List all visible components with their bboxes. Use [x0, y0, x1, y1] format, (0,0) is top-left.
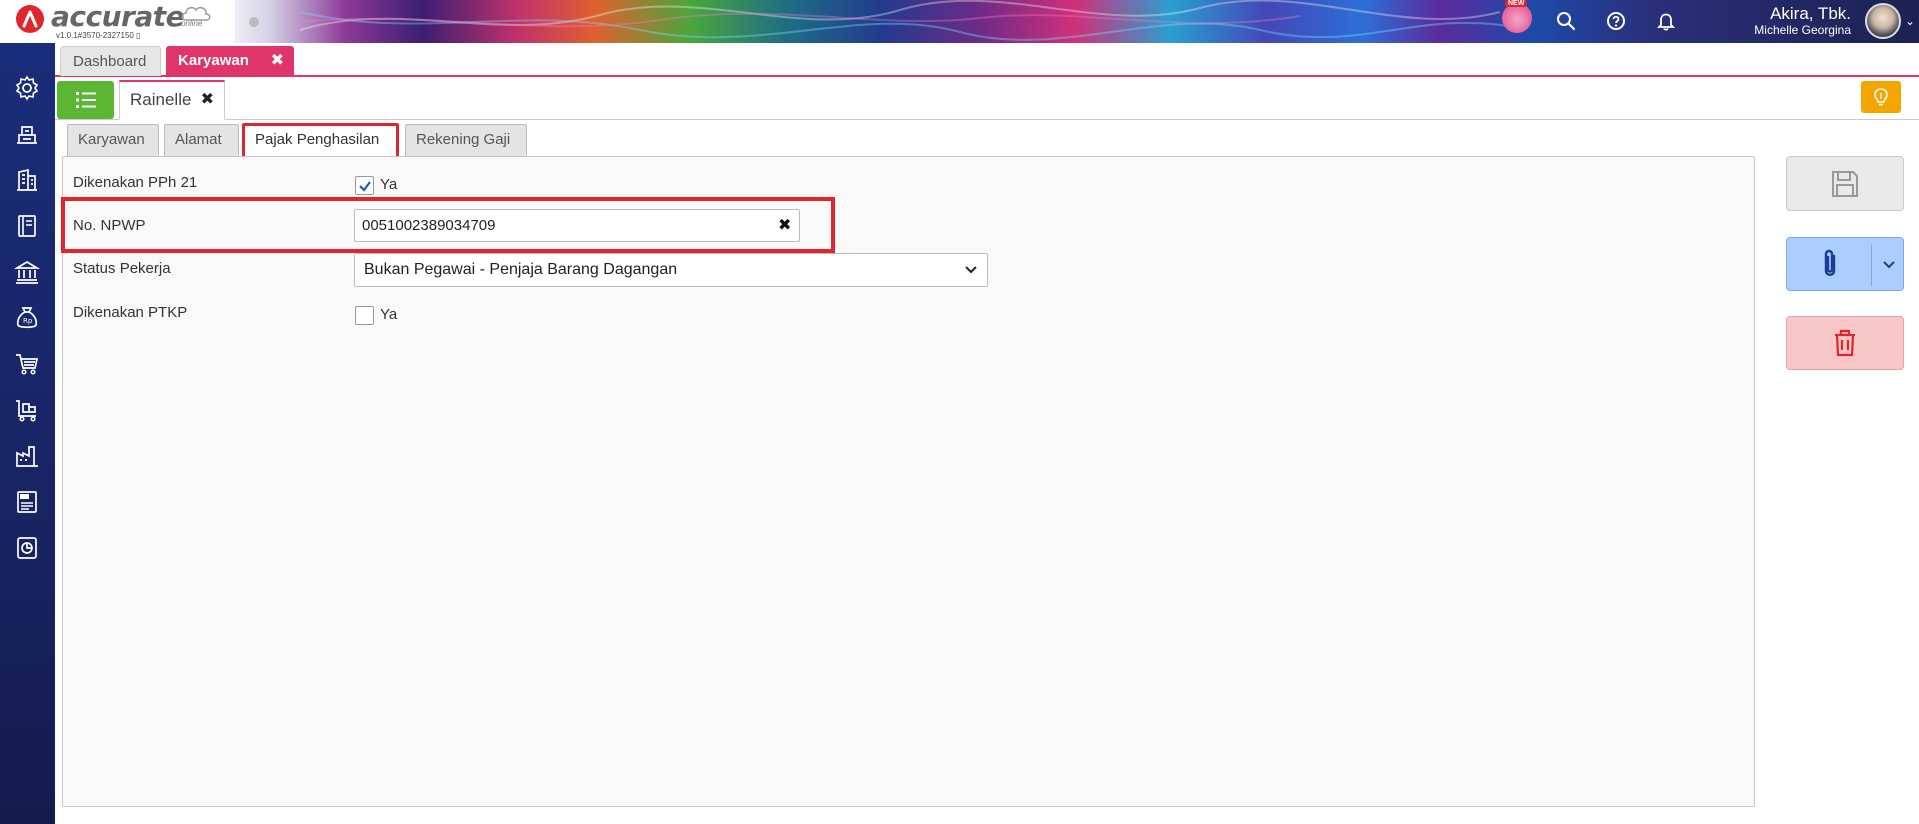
clear-input-icon[interactable]: ✖ — [778, 215, 794, 235]
money-bag-icon[interactable]: Rp — [12, 303, 42, 333]
lightbulb-icon — [1874, 88, 1888, 106]
status-pekerja-value: Bukan Pegawai - Penjaja Barang Dagangan — [364, 261, 678, 278]
check-icon — [359, 181, 371, 192]
delete-button[interactable] — [1786, 316, 1904, 370]
ptkp-option-label: Ya — [380, 306, 398, 323]
help-icon[interactable] — [1602, 7, 1630, 35]
factory-icon[interactable] — [12, 441, 42, 471]
tips-button[interactable] — [1861, 81, 1901, 113]
svg-text:Rp: Rp — [23, 317, 33, 325]
doc-tab-label: Rainelle — [130, 90, 192, 109]
save-icon — [1832, 170, 1858, 197]
user-avatar[interactable] — [1865, 3, 1901, 39]
status-pekerja-label: Status Pekerja — [73, 260, 171, 277]
tab-alamat[interactable]: Alamat — [164, 124, 239, 156]
app-version: v1.0.1#3570-2327150 ▯ — [56, 31, 141, 40]
shopping-cart-icon[interactable] — [12, 349, 42, 379]
cart-delivery-icon[interactable] — [12, 395, 42, 425]
list-icon — [75, 92, 96, 108]
ptkp-label: Dikenakan PTKP — [73, 304, 188, 321]
accurate-logo-icon — [16, 5, 44, 33]
report-chart-icon[interactable] — [12, 533, 42, 563]
new-badge: NEW — [1505, 0, 1528, 7]
logo-text: accurate — [51, 0, 185, 33]
tab-karyawan-detail[interactable]: Karyawan — [67, 124, 159, 156]
status-pekerja-select[interactable]: Bukan Pegawai - Penjaja Barang Dagangan — [354, 253, 988, 287]
tab-rainelle[interactable]: Rainelle ✖ — [119, 80, 225, 120]
pph21-option-label: Ya — [380, 176, 398, 193]
company-name[interactable]: Michelle Georgina — [1754, 23, 1851, 37]
logo-area[interactable]: accurate online v1.0.1#3570-2327150 ▯ — [0, 0, 235, 43]
search-icon[interactable] — [1552, 7, 1580, 35]
npwp-field[interactable]: 0051002389034709 — [354, 209, 800, 242]
document-tab-bar: Rainelle ✖ — [55, 79, 1919, 120]
inventory-icon[interactable] — [12, 119, 42, 149]
user-name[interactable]: Akira, Tbk. — [1770, 4, 1851, 24]
left-sidebar: Rp — [0, 43, 55, 824]
gear-icon[interactable] — [12, 73, 42, 103]
building-icon[interactable] — [12, 165, 42, 195]
tab-karyawan-label: Karyawan — [178, 52, 249, 69]
top-header: accurate online v1.0.1#3570-2327150 ▯ NE… — [0, 0, 1919, 43]
attachment-button[interactable] — [1786, 237, 1904, 291]
close-icon[interactable]: ✖ — [271, 46, 284, 76]
header-wave-decoration — [299, 0, 1521, 41]
save-button[interactable] — [1786, 156, 1904, 211]
chevron-down-icon[interactable]: ⌄ — [1905, 14, 1915, 28]
chevron-down-icon[interactable] — [1881, 254, 1897, 274]
pph21-label: Dikenakan PPh 21 — [73, 174, 198, 191]
ptkp-checkbox[interactable] — [355, 306, 374, 325]
tab-dashboard[interactable]: Dashboard — [60, 46, 161, 76]
trash-icon — [1835, 329, 1855, 357]
tab-rekening-gaji[interactable]: Rekening Gaji — [405, 124, 527, 156]
status-dot — [249, 17, 259, 27]
npwp-label: No. NPWP — [73, 217, 146, 234]
logo-suffix: online — [181, 19, 203, 28]
module-tab-bar: Dashboard Karyawan ✖ 2 ⌄ — [55, 43, 1919, 77]
tab-karyawan[interactable]: Karyawan ✖ — [166, 46, 294, 76]
tab-pajak-penghasilan[interactable]: Pajak Penghasilan — [242, 123, 399, 160]
whats-new-button[interactable]: NEW — [1502, 0, 1532, 33]
paperclip-icon — [1824, 249, 1836, 276]
tax-document-icon[interactable] — [12, 487, 42, 517]
bell-icon[interactable] — [1652, 7, 1680, 35]
ledger-book-icon[interactable] — [12, 211, 42, 241]
button-divider — [1871, 244, 1872, 286]
bank-icon[interactable] — [12, 257, 42, 287]
pph21-checkbox[interactable] — [355, 176, 374, 195]
list-view-button[interactable] — [57, 81, 114, 119]
chevron-down-icon — [965, 266, 977, 274]
close-icon[interactable]: ✖ — [201, 82, 214, 118]
